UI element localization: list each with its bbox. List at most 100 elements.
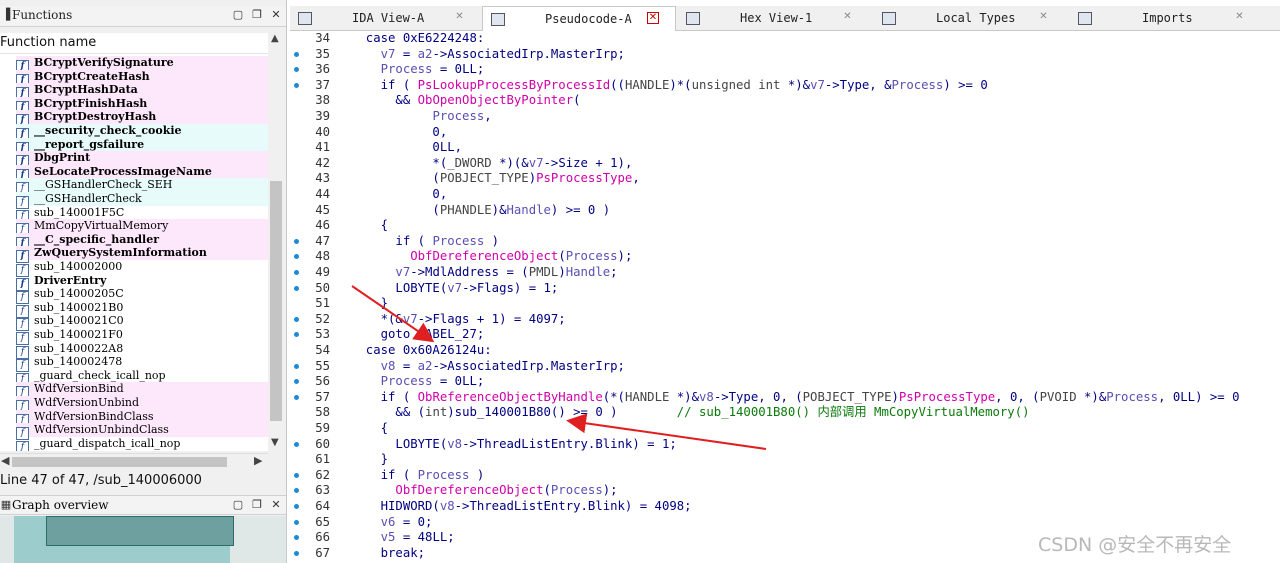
code-line[interactable]: 50 LOBYTE(v7->Flags) = 1; — [290, 281, 1280, 297]
function-list-item[interactable]: f sub_1400021C0 — [16, 314, 268, 332]
breakpoint-dot-icon[interactable] — [294, 504, 299, 509]
code-line[interactable]: 43 (POBJECT_TYPE)PsProcessType, — [290, 171, 1280, 187]
graph-close-icon[interactable]: ✕ — [270, 499, 282, 511]
code-line[interactable]: 47 if ( Process ) — [290, 234, 1280, 250]
function-list-item[interactable]: f BCryptVerifySignature — [16, 56, 268, 73]
code-line[interactable]: 61 } — [290, 452, 1280, 468]
breakpoint-dot-icon[interactable] — [294, 67, 299, 73]
breakpoint-dot-icon[interactable] — [294, 441, 299, 447]
code-line[interactable]: 35 v7 = a2->AssociatedIrp.MasterIrp; — [290, 47, 1280, 63]
function-list-item[interactable]: f sub_140002000 — [16, 260, 268, 277]
scroll-left-icon[interactable]: ◀ — [1, 454, 9, 467]
function-list-item[interactable]: f WdfVersionBind — [16, 382, 268, 400]
code-line[interactable]: 55 v8 = a2->AssociatedIrp.MasterIrp; — [290, 359, 1280, 375]
code-line[interactable]: 39 Process, — [290, 109, 1280, 125]
function-list-item[interactable]: f _guard_check_icall_nop — [16, 369, 268, 386]
function-list-item[interactable]: f DbgPrint — [16, 151, 268, 169]
breakpoint-dot-icon[interactable] — [294, 363, 299, 369]
code-line[interactable]: 41 0LL, — [290, 140, 1280, 156]
function-list-item[interactable]: f BCryptDestroyHash — [16, 110, 268, 128]
tab-local-types[interactable]: Local Types ✕ — [874, 6, 1066, 30]
function-list-item[interactable]: f BCryptHashData — [16, 83, 268, 101]
function-list-item[interactable]: f __GSHandlerCheck — [16, 192, 268, 209]
graph-overview-canvas[interactable] — [0, 516, 286, 563]
breakpoint-dot-icon[interactable] — [294, 238, 299, 244]
function-list-item[interactable]: f DriverEntry — [16, 274, 268, 291]
code-line[interactable]: 58 && (int)sub_140001B80() >= 0 ) // sub… — [290, 405, 1280, 421]
function-list-item[interactable]: f BCryptFinishHash — [16, 96, 268, 114]
tab-ida-view-a[interactable]: IDA View-A ✕ — [290, 6, 482, 30]
function-list-item[interactable]: f sub_140002478 — [16, 355, 268, 373]
tab-pseudocode-a[interactable]: Pseudocode-A ✕ — [482, 6, 676, 32]
breakpoint-dot-icon[interactable] — [294, 535, 299, 541]
code-line[interactable]: 59 { — [290, 421, 1280, 437]
code-line[interactable]: 34 case 0xE6224248: — [290, 31, 1280, 47]
breakpoint-dot-icon[interactable] — [294, 285, 299, 291]
code-line[interactable]: 54 case 0x60A26124u: — [290, 343, 1280, 359]
code-line[interactable]: 53 goto LABEL_27; — [290, 327, 1280, 343]
function-list-item[interactable]: f sub_1400022A8 — [16, 342, 268, 359]
breakpoint-dot-icon[interactable] — [294, 82, 299, 88]
code-line[interactable]: 63 ObfDereferenceObject(Process); — [290, 483, 1280, 499]
code-line[interactable]: 57 if ( ObReferenceObjectByHandle(*(HAND… — [290, 390, 1280, 406]
code-line[interactable]: 42 *(_DWORD *)(&v7->Size + 1), — [290, 156, 1280, 172]
hscroll-thumb[interactable] — [12, 457, 227, 467]
function-list-item[interactable]: f __security_check_cookie — [16, 124, 268, 141]
scroll-up-icon[interactable]: ▲ — [271, 33, 281, 44]
function-name-column-header[interactable]: Function name — [0, 33, 268, 54]
function-list-item[interactable]: f SeLocateProcessImageName — [16, 164, 268, 182]
function-list-item[interactable]: f sub_1400021F0 — [16, 328, 268, 345]
graph-overview-viewport[interactable] — [46, 516, 234, 546]
pseudocode-view[interactable]: 34 case 0xE6224248: 35 v7 = a2->Associate… — [290, 31, 1280, 563]
breakpoint-dot-icon[interactable] — [294, 488, 299, 494]
code-line[interactable]: 65 v6 = 0; — [290, 515, 1280, 531]
function-list-item[interactable]: f __C_specific_handler — [16, 232, 268, 250]
function-list-item[interactable]: f __GSHandlerCheck_SEH — [16, 178, 268, 196]
tab-close-icon[interactable]: ✕ — [454, 11, 465, 22]
restore-icon[interactable]: ❐ — [251, 9, 263, 21]
tab-hex-view-1[interactable]: Hex View-1 ✕ — [678, 6, 870, 30]
scroll-right-icon[interactable]: ▶ — [254, 454, 262, 467]
code-line[interactable]: 46 { — [290, 218, 1280, 234]
code-line[interactable]: 52 *(&v7->Flags + 1) = 4097; — [290, 312, 1280, 328]
graph-restore-icon[interactable]: ❐ — [251, 499, 263, 511]
code-line[interactable]: 51 } — [290, 296, 1280, 312]
close-icon[interactable]: ✕ — [270, 9, 282, 21]
function-list-item[interactable]: f sub_140001F5C — [16, 206, 268, 223]
code-line[interactable]: 40 0, — [290, 125, 1280, 141]
function-list-item[interactable]: f WdfVersionBindClass — [16, 409, 268, 427]
breakpoint-dot-icon[interactable] — [294, 254, 299, 260]
maximize-icon[interactable]: ▢ — [232, 9, 244, 21]
breakpoint-dot-icon[interactable] — [294, 519, 299, 525]
vscroll-thumb[interactable] — [270, 181, 282, 421]
tab-close-icon[interactable]: ✕ — [1234, 11, 1245, 22]
function-list-item[interactable]: f WdfVersionUnbind — [16, 396, 268, 413]
function-list-item[interactable]: f sub_1400021B0 — [16, 301, 268, 318]
function-list-item[interactable]: f BCryptCreateHash — [16, 69, 268, 87]
tab-close-icon[interactable]: ✕ — [842, 11, 853, 22]
code-line[interactable]: 62 if ( Process ) — [290, 468, 1280, 484]
function-list-item[interactable]: f _guard_dispatch_icall_nop — [16, 437, 268, 451]
breakpoint-dot-icon[interactable] — [294, 379, 299, 385]
code-line[interactable]: 56 Process = 0LL; — [290, 374, 1280, 390]
code-line[interactable]: 48 ObfDereferenceObject(Process); — [290, 249, 1280, 265]
breakpoint-dot-icon[interactable] — [294, 51, 299, 57]
breakpoint-dot-icon[interactable] — [294, 472, 299, 478]
code-line[interactable]: 37 if ( PsLookupProcessByProcessId((HAND… — [290, 78, 1280, 94]
code-line[interactable]: 60 LOBYTE(v8->ThreadListEntry.Blink) = 1… — [290, 437, 1280, 453]
function-list-item[interactable]: f ZwQuerySystemInformation — [16, 246, 268, 264]
tab-close-icon[interactable]: ✕ — [1038, 11, 1049, 22]
function-list-hscrollbar[interactable]: ◀ ▶ — [0, 453, 268, 470]
function-list-item[interactable]: f MmCopyVirtualMemory — [16, 219, 268, 237]
function-list-item[interactable]: f __report_gsfailure — [16, 137, 268, 155]
function-list-item[interactable]: f sub_14000205C — [16, 287, 268, 305]
breakpoint-dot-icon[interactable] — [294, 316, 299, 322]
scroll-down-icon[interactable]: ▼ — [271, 437, 281, 448]
breakpoint-dot-icon[interactable] — [294, 270, 299, 275]
tab-close-icon[interactable]: ✕ — [647, 12, 659, 24]
code-line[interactable]: 44 0, — [290, 187, 1280, 203]
code-line[interactable]: 38 && ObOpenObjectByPointer( — [290, 93, 1280, 109]
breakpoint-dot-icon[interactable] — [294, 550, 299, 556]
code-line[interactable]: 36 Process = 0LL; — [290, 62, 1280, 78]
breakpoint-dot-icon[interactable] — [294, 394, 299, 400]
